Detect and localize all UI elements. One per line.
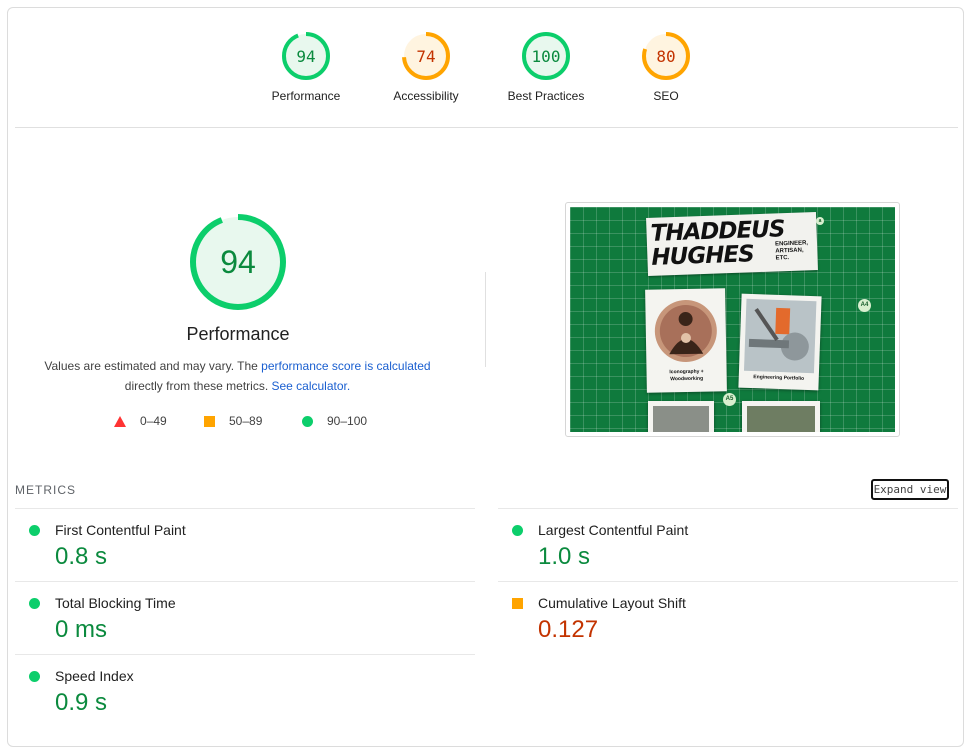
legend-average: 50–89 [204, 414, 262, 428]
metric-first-contentful-paint: First Contentful Paint 0.8 s [15, 508, 475, 581]
badge-a5: A5 [723, 393, 736, 406]
category-gauges: 94 Performance 74 Accessibility 100 Best… [0, 30, 977, 110]
card-caption: Engineering Portfolio [753, 374, 805, 382]
performance-big-gauge: 94 [190, 214, 286, 310]
circle-icon [302, 415, 313, 427]
pass-circle-icon [29, 671, 40, 682]
average-square-icon [512, 598, 523, 609]
desc-text: Values are estimated and may vary. The [44, 359, 262, 373]
metric-total-blocking-time: Total Blocking Time 0 ms [15, 581, 475, 654]
gauge-label: Performance [271, 89, 341, 103]
gauge-ring: 100 [522, 32, 570, 80]
gauge-best-practices[interactable]: 100 Best Practices [486, 30, 606, 103]
screenshot-image: THADDEUS HUGHES ENGINEER, ARTISAN, ETC. … [570, 207, 895, 432]
metric-name: Cumulative Layout Shift [538, 595, 686, 611]
site-tagline: ENGINEER, ARTISAN, ETC. [775, 240, 809, 262]
card-caption: Iconography + Woodworking [647, 368, 727, 383]
gauge-label: Accessibility [393, 89, 459, 103]
performance-score: 94 [220, 244, 256, 280]
performance-description: Values are estimated and may vary. The p… [30, 356, 445, 396]
score-calculated-link[interactable]: performance score is calculated [261, 359, 430, 373]
card-engineering: Engineering Portfolio [738, 293, 822, 391]
legend-pass-label: 90–100 [327, 414, 368, 428]
metric-value: 0.9 s [55, 689, 108, 716]
metric-name: First Contentful Paint [55, 522, 186, 538]
legend-fail-label: 0–49 [140, 414, 167, 428]
badge-small: a [816, 217, 824, 225]
section-separator [485, 272, 486, 367]
metric-speed-index: Speed Index 0.9 s [15, 654, 475, 727]
gauge-score: 80 [656, 47, 675, 66]
icon-photo [650, 293, 722, 367]
see-calculator-link[interactable]: See calculator. [271, 379, 350, 393]
gauge-accessibility[interactable]: 74 Accessibility [366, 30, 486, 103]
card-iconography: Iconography + Woodworking [645, 288, 727, 393]
square-icon [204, 415, 215, 427]
expand-view-button[interactable]: Expand view [871, 479, 949, 500]
gauge-ring: 80 [642, 32, 690, 80]
card-partial-1 [648, 401, 714, 432]
performance-title: Performance [186, 324, 290, 344]
tagline-3: ETC. [775, 255, 790, 262]
metric-name: Largest Contentful Paint [538, 522, 689, 538]
metrics-header: METRICS [15, 483, 76, 497]
badge-a4: A4 [858, 299, 871, 312]
gauge-label: Best Practices [507, 89, 585, 103]
pass-circle-icon [512, 525, 523, 536]
metric-cumulative-layout-shift: Cumulative Layout Shift 0.127 [498, 581, 958, 654]
legend-average-label: 50–89 [229, 414, 263, 428]
gauge-seo[interactable]: 80 SEO [606, 30, 726, 103]
legend-fail: 0–49 [114, 414, 167, 428]
site-name-line2: HUGHES [650, 241, 755, 271]
metric-value: 0 ms [55, 616, 108, 643]
tagline-2: ARTISAN, [775, 247, 804, 255]
legend-pass: 90–100 [302, 414, 367, 428]
metric-value: 0.127 [538, 616, 599, 643]
gauge-ring: 74 [402, 32, 450, 80]
gauge-performance[interactable]: 94 Performance [246, 30, 366, 103]
card-partial-2 [742, 401, 820, 432]
header-divider [15, 127, 958, 128]
metric-value: 0.8 s [55, 543, 108, 570]
pass-circle-icon [29, 598, 40, 609]
pass-circle-icon [29, 525, 40, 536]
caption-line-2: Woodworking [670, 375, 704, 383]
gauge-score: 100 [532, 47, 561, 66]
desc-text-2: directly from these metrics. [124, 379, 272, 393]
metric-name: Total Blocking Time [55, 595, 176, 611]
metric-value: 1.0 s [538, 543, 591, 570]
metric-name: Speed Index [55, 668, 134, 684]
engineering-photo [743, 298, 817, 374]
final-screenshot[interactable]: THADDEUS HUGHES ENGINEER, ARTISAN, ETC. … [565, 202, 900, 437]
gauge-ring: 94 [282, 32, 330, 80]
metric-largest-contentful-paint: Largest Contentful Paint 1.0 s [498, 508, 958, 581]
gauge-score: 94 [296, 47, 315, 66]
gauge-score: 74 [416, 47, 435, 66]
site-title-card: THADDEUS HUGHES ENGINEER, ARTISAN, ETC. [646, 212, 818, 276]
gauge-label: SEO [653, 89, 679, 103]
triangle-icon [114, 415, 126, 427]
